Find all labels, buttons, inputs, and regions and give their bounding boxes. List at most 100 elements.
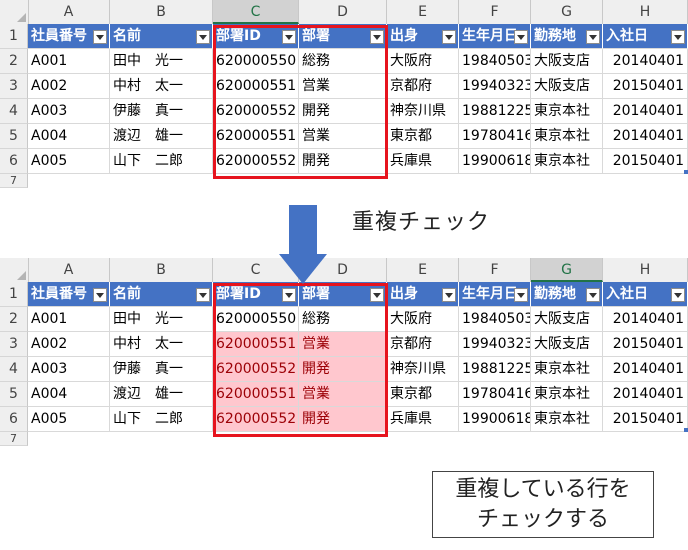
table-cell[interactable]: A003 <box>28 357 110 382</box>
table-cell[interactable]: 東京都 <box>387 382 459 407</box>
filter-dropdown-icon[interactable] <box>442 30 456 44</box>
row-header-4[interactable]: 4 <box>0 357 28 382</box>
table-cell[interactable]: 19780416 <box>459 382 531 407</box>
column-header-h[interactable]: H <box>603 0 688 24</box>
table-cell[interactable]: 兵庫県 <box>387 149 459 174</box>
row-header-6[interactable]: 6 <box>0 149 28 174</box>
row-header-2[interactable]: 2 <box>0 307 28 332</box>
column-header-g[interactable]: G <box>531 0 603 24</box>
table-cell[interactable]: 20140401 <box>603 99 688 124</box>
table-cell[interactable]: 20150401 <box>603 407 688 432</box>
column-header-d[interactable]: D <box>299 0 387 24</box>
table-cell[interactable]: 伊藤 真一 <box>110 357 213 382</box>
table-cell[interactable]: 大阪府 <box>387 307 459 332</box>
table-cell[interactable]: 神奈川県 <box>387 99 459 124</box>
table-cell[interactable]: A005 <box>28 149 110 174</box>
table-cell[interactable]: 大阪支店 <box>531 332 603 357</box>
table-cell[interactable]: 渡辺 雄一 <box>110 382 213 407</box>
column-header-f[interactable]: F <box>459 258 531 282</box>
table-cell[interactable]: 19900618 <box>459 149 531 174</box>
table-cell[interactable]: 東京本社 <box>531 99 603 124</box>
column-header-b[interactable]: B <box>110 0 213 24</box>
filter-dropdown-icon[interactable] <box>586 30 600 44</box>
column-header-f[interactable]: F <box>459 0 531 24</box>
column-header-a[interactable]: A <box>28 258 110 282</box>
row-header-1[interactable]: 1 <box>0 282 28 307</box>
row-header-2[interactable]: 2 <box>0 49 28 74</box>
table-cell[interactable]: 田中 光一 <box>110 49 213 74</box>
table-cell[interactable]: 19900618 <box>459 407 531 432</box>
table-cell[interactable]: A005 <box>28 407 110 432</box>
table-cell[interactable]: 20140401 <box>603 124 688 149</box>
table-cell[interactable]: 京都府 <box>387 332 459 357</box>
filter-dropdown-icon[interactable] <box>93 30 107 44</box>
table-cell[interactable]: 19881225 <box>459 357 531 382</box>
filter-dropdown-icon[interactable] <box>514 288 528 302</box>
table-cell[interactable]: 19940323 <box>459 74 531 99</box>
table-cell[interactable]: 山下 二郎 <box>110 149 213 174</box>
column-header-a[interactable]: A <box>28 0 110 24</box>
column-header-g[interactable]: G <box>531 258 603 282</box>
column-header-c[interactable]: C <box>213 0 299 24</box>
table-cell[interactable]: 20150401 <box>603 74 688 99</box>
column-header-b[interactable]: B <box>110 258 213 282</box>
table-cell[interactable]: 19840503 <box>459 49 531 74</box>
filter-dropdown-icon[interactable] <box>93 288 107 302</box>
table-cell[interactable]: 19840503 <box>459 307 531 332</box>
table-cell[interactable]: 20140401 <box>603 49 688 74</box>
table-cell[interactable]: A004 <box>28 124 110 149</box>
row-header-7[interactable]: 7 <box>0 432 28 446</box>
row-header-3[interactable]: 3 <box>0 74 28 99</box>
table-cell[interactable]: 20140401 <box>603 357 688 382</box>
table-cell[interactable]: A002 <box>28 74 110 99</box>
table-cell[interactable]: 19940323 <box>459 332 531 357</box>
filter-dropdown-icon[interactable] <box>514 30 528 44</box>
column-header-e[interactable]: E <box>387 258 459 282</box>
column-header-e[interactable]: E <box>387 0 459 24</box>
row-header-1[interactable]: 1 <box>0 24 28 49</box>
table-cell[interactable]: 20140401 <box>603 307 688 332</box>
table-cell[interactable]: A002 <box>28 332 110 357</box>
table-cell[interactable]: 東京本社 <box>531 149 603 174</box>
table-cell[interactable]: A004 <box>28 382 110 407</box>
filter-dropdown-icon[interactable] <box>671 288 685 302</box>
table-cell[interactable]: 19780416 <box>459 124 531 149</box>
filter-dropdown-icon[interactable] <box>442 288 456 302</box>
filter-dropdown-icon[interactable] <box>196 30 210 44</box>
table-cell[interactable]: 大阪支店 <box>531 307 603 332</box>
table-cell[interactable]: A003 <box>28 99 110 124</box>
table-cell[interactable]: 山下 二郎 <box>110 407 213 432</box>
select-all-corner[interactable] <box>0 0 29 24</box>
table-cell[interactable]: 東京本社 <box>531 124 603 149</box>
table-cell[interactable]: 東京本社 <box>531 357 603 382</box>
row-header-4[interactable]: 4 <box>0 99 28 124</box>
table-cell[interactable]: 東京本社 <box>531 407 603 432</box>
table-cell[interactable]: 伊藤 真一 <box>110 99 213 124</box>
table-cell[interactable]: 神奈川県 <box>387 357 459 382</box>
table-cell[interactable]: 東京都 <box>387 124 459 149</box>
table-cell[interactable]: 大阪支店 <box>531 49 603 74</box>
table-cell[interactable]: 京都府 <box>387 74 459 99</box>
table-resize-handle[interactable] <box>684 170 688 174</box>
table-cell[interactable]: 渡辺 雄一 <box>110 124 213 149</box>
table-cell[interactable]: A001 <box>28 49 110 74</box>
table-cell[interactable]: 東京本社 <box>531 382 603 407</box>
table-cell[interactable]: 大阪支店 <box>531 74 603 99</box>
select-all-corner[interactable] <box>0 258 29 282</box>
row-header-5[interactable]: 5 <box>0 124 28 149</box>
table-cell[interactable]: 中村 太一 <box>110 74 213 99</box>
filter-dropdown-icon[interactable] <box>196 288 210 302</box>
table-cell[interactable]: 20150401 <box>603 332 688 357</box>
table-cell[interactable]: A001 <box>28 307 110 332</box>
table-cell[interactable]: 中村 太一 <box>110 332 213 357</box>
row-header-6[interactable]: 6 <box>0 407 28 432</box>
row-header-5[interactable]: 5 <box>0 382 28 407</box>
table-cell[interactable]: 20140401 <box>603 382 688 407</box>
table-resize-handle[interactable] <box>684 428 688 432</box>
table-cell[interactable]: 田中 光一 <box>110 307 213 332</box>
row-header-3[interactable]: 3 <box>0 332 28 357</box>
column-header-h[interactable]: H <box>603 258 688 282</box>
table-cell[interactable]: 兵庫県 <box>387 407 459 432</box>
table-cell[interactable]: 大阪府 <box>387 49 459 74</box>
table-cell[interactable]: 19881225 <box>459 99 531 124</box>
